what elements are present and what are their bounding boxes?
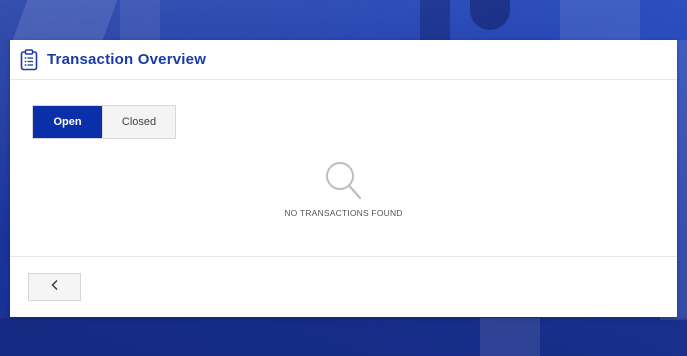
- tab-closed[interactable]: Closed: [102, 106, 175, 138]
- tab-open[interactable]: Open: [33, 106, 102, 138]
- background-shape: [420, 0, 450, 40]
- empty-state: NO TRANSACTIONS FOUND: [10, 160, 677, 218]
- back-button[interactable]: [28, 273, 81, 301]
- footer-divider: [10, 256, 677, 257]
- magnifier-icon: [324, 160, 364, 202]
- background-lamp: [470, 0, 510, 30]
- background-shape: [12, 0, 118, 40]
- clipboard-list-icon: [20, 48, 38, 71]
- page-title: Transaction Overview: [47, 51, 207, 68]
- background-shape: [560, 0, 640, 40]
- background-shape: [0, 318, 687, 356]
- transaction-status-tabs: Open Closed: [32, 105, 176, 139]
- background-shape: [120, 0, 160, 40]
- transaction-overview-panel: Transaction Overview Open Closed NO TRAN…: [10, 40, 677, 317]
- background-shape: [480, 318, 540, 356]
- chevron-left-icon: [50, 278, 60, 296]
- panel-header: Transaction Overview: [10, 40, 677, 80]
- empty-state-message: NO TRANSACTIONS FOUND: [284, 208, 403, 218]
